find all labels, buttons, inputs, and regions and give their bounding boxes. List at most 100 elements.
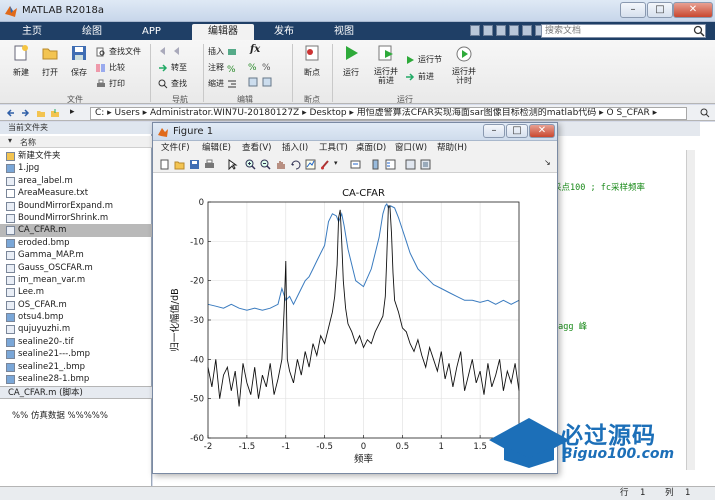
- advance-button[interactable]: 前进: [405, 71, 434, 82]
- figure-maximize-button[interactable]: □: [506, 124, 528, 138]
- file-list-item[interactable]: Gamma_MAP.m: [0, 249, 152, 261]
- rotate-3d-icon[interactable]: [290, 159, 301, 170]
- file-list-item[interactable]: CA_CFAR.m: [0, 224, 152, 237]
- brush-dropdown-icon[interactable]: ▾: [334, 159, 338, 167]
- file-list-item[interactable]: OS_CFAR.m: [0, 299, 152, 311]
- comment-button[interactable]: 注释 %: [208, 62, 237, 73]
- file-name: area_label.m: [18, 175, 73, 186]
- search-icon[interactable]: [693, 25, 705, 37]
- save-button[interactable]: 保存: [66, 44, 92, 78]
- file-list-item[interactable]: BoundMirrorExpand.m: [0, 200, 152, 212]
- tab-plots[interactable]: 绘图: [70, 24, 114, 40]
- x-tick-label: 1: [439, 442, 444, 452]
- insert-function-button[interactable]: fx: [250, 44, 260, 55]
- print-button[interactable]: 打印: [96, 78, 125, 89]
- tab-editor[interactable]: 编辑器: [192, 24, 254, 40]
- indent-button[interactable]: 缩进: [208, 78, 237, 89]
- file-name: CA_CFAR.m: [18, 225, 67, 236]
- run-button[interactable]: 运行: [338, 44, 364, 78]
- compare-button[interactable]: 比较: [96, 62, 125, 73]
- file-list-item[interactable]: sealine21_.bmp: [0, 361, 152, 373]
- file-list-item[interactable]: Lee.m: [0, 286, 152, 298]
- pan-icon[interactable]: [275, 159, 286, 170]
- quick-copy-icon[interactable]: [496, 25, 506, 36]
- file-list-item[interactable]: BoundMirrorShrink.m: [0, 212, 152, 224]
- find-files-button[interactable]: 查找文件: [96, 46, 141, 57]
- figure-menu-item[interactable]: 帮助(H): [437, 141, 467, 156]
- sort-icon[interactable]: ▾: [8, 136, 12, 145]
- edit-plot-icon[interactable]: [227, 159, 238, 170]
- show-plot-tools-icon[interactable]: [420, 159, 431, 170]
- new-button[interactable]: 新建: [8, 44, 34, 78]
- name-column-header[interactable]: 名称: [20, 137, 36, 148]
- browse-folder-icon[interactable]: [50, 108, 60, 118]
- brush-icon[interactable]: [320, 159, 331, 170]
- insert-legend-icon[interactable]: [385, 159, 396, 170]
- zoom-in-icon[interactable]: [245, 159, 256, 170]
- quick-cut-icon[interactable]: [483, 25, 493, 36]
- file-list-item[interactable]: im_mean_var.m: [0, 274, 152, 286]
- file-list-item[interactable]: 1.jpg: [0, 162, 152, 174]
- search-documentation-input[interactable]: 搜索文档: [541, 24, 706, 38]
- zoom-out-icon[interactable]: [260, 159, 271, 170]
- figure-menu-item[interactable]: 工具(T): [319, 141, 348, 156]
- figure-menu-item[interactable]: 文件(F): [161, 141, 190, 156]
- file-list-item[interactable]: sealine28-1.bmp: [0, 373, 152, 385]
- figure-close-button[interactable]: ✕: [529, 124, 555, 138]
- run-and-advance-button[interactable]: 运行并 前进: [372, 44, 400, 85]
- file-list-item[interactable]: Gauss_OSCFAR.m: [0, 262, 152, 274]
- file-list-item[interactable]: AreaMeasure.txt: [0, 187, 152, 199]
- folder-icon: [6, 152, 15, 161]
- file-list-item[interactable]: sealine20-.tif: [0, 336, 152, 348]
- quick-save-icon[interactable]: [470, 25, 480, 36]
- figure-menu-item[interactable]: 插入(I): [282, 141, 308, 156]
- folder-up-icon[interactable]: [36, 108, 46, 118]
- maximize-button[interactable]: □: [647, 2, 673, 18]
- tab-view[interactable]: 视图: [322, 24, 366, 40]
- save-figure-icon[interactable]: [189, 159, 200, 170]
- dock-figure-icon[interactable]: ↘: [544, 158, 551, 167]
- file-list-item[interactable]: otsu4.bmp: [0, 311, 152, 323]
- data-cursor-icon[interactable]: [305, 159, 316, 170]
- file-list-item[interactable]: sealine21---.bmp: [0, 348, 152, 360]
- run-section-button[interactable]: 运行节: [405, 54, 442, 65]
- figure-menubar: 文件(F) 编辑(E) 查看(V) 插入(I) 工具(T) 桌面(D) 窗口(W) 帮助(H): [153, 141, 557, 156]
- print-figure-icon[interactable]: [204, 159, 215, 170]
- new-figure-icon[interactable]: [159, 159, 170, 170]
- hide-plot-tools-icon[interactable]: [405, 159, 416, 170]
- search-folder-icon[interactable]: [700, 108, 710, 118]
- run-and-time-button[interactable]: 运行并 计时: [450, 44, 478, 85]
- back-arrow-icon[interactable]: [6, 108, 16, 118]
- link-plot-icon[interactable]: [350, 159, 361, 170]
- edit-tools-icons[interactable]: % %: [248, 60, 278, 90]
- tab-apps[interactable]: APP: [130, 24, 173, 40]
- forward-arrow-icon[interactable]: [20, 108, 30, 118]
- quick-paste-icon[interactable]: [509, 25, 519, 36]
- figure-minimize-button[interactable]: –: [483, 124, 505, 138]
- insert-colorbar-icon[interactable]: [370, 159, 381, 170]
- find-button[interactable]: 查找: [158, 78, 187, 89]
- insert-button[interactable]: 插入: [208, 46, 237, 57]
- goto-button[interactable]: 转至: [158, 62, 187, 73]
- editor-scrollbar[interactable]: [686, 150, 695, 470]
- tab-home[interactable]: 主页: [10, 24, 54, 40]
- figure-menu-item[interactable]: 编辑(E): [202, 141, 231, 156]
- file-list-item[interactable]: 新建文件夹: [0, 150, 152, 162]
- close-button[interactable]: ✕: [673, 2, 713, 18]
- nav-back-forward-icon[interactable]: [158, 46, 186, 56]
- breakpoints-button[interactable]: 断点: [298, 44, 326, 78]
- path-chevron-icon[interactable]: ▸: [70, 107, 75, 117]
- quick-undo-icon[interactable]: [522, 25, 532, 36]
- figure-menu-item[interactable]: 查看(V): [242, 141, 271, 156]
- figure-menu-item[interactable]: 桌面(D): [356, 141, 386, 156]
- open-button[interactable]: 打开: [37, 44, 63, 78]
- minimize-button[interactable]: –: [620, 2, 646, 18]
- tab-publish[interactable]: 发布: [262, 24, 306, 40]
- file-list-item[interactable]: eroded.bmp: [0, 237, 152, 249]
- file-list-item[interactable]: qujuyuzhi.m: [0, 323, 152, 335]
- open-file-icon[interactable]: [174, 159, 185, 170]
- figure-menu-item[interactable]: 窗口(W): [395, 141, 427, 156]
- details-header[interactable]: CA_CFAR.m (脚本): [0, 386, 152, 399]
- file-list-item[interactable]: area_label.m: [0, 175, 152, 187]
- current-path[interactable]: C: ▸ Users ▸ Administrator.WIN7U-2018012…: [90, 107, 687, 120]
